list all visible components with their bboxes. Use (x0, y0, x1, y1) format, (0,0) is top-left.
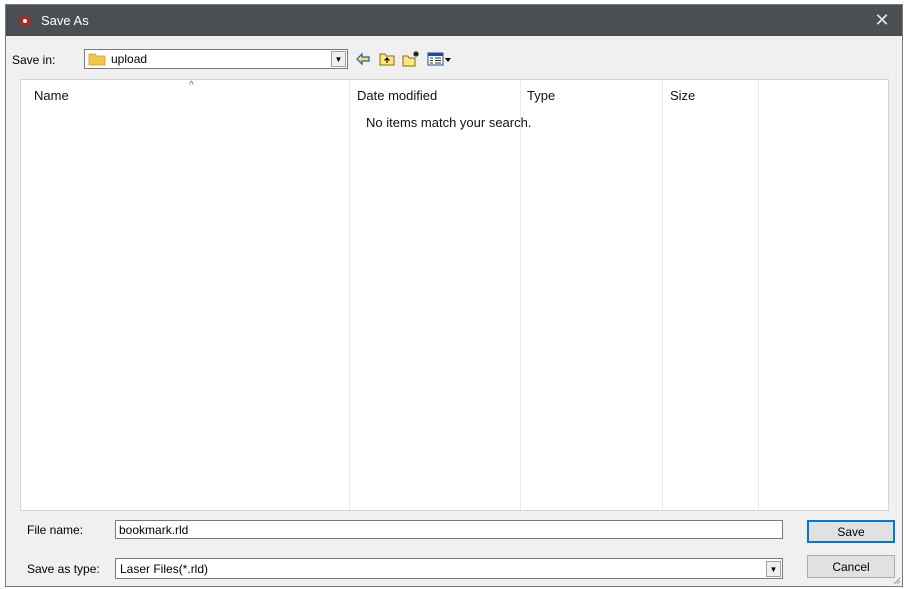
window-title: Save As (41, 13, 89, 28)
back-arrow-icon[interactable] (354, 50, 372, 68)
close-icon: ✕ (874, 10, 890, 30)
column-header-date-modified[interactable]: Date modified (357, 88, 437, 103)
file-name-label: File name: (27, 523, 84, 537)
close-button[interactable]: ✕ (862, 5, 902, 36)
column-header-name[interactable]: Name (34, 88, 69, 103)
column-divider[interactable] (758, 80, 759, 510)
cancel-button[interactable]: Cancel (807, 555, 895, 578)
save-as-dialog: Save As ✕ Save in: upload ▼ ^ Name Date … (5, 4, 903, 587)
column-divider[interactable] (349, 80, 350, 510)
new-folder-icon[interactable] (402, 50, 420, 68)
chevron-down-icon[interactable]: ▼ (331, 51, 346, 67)
save-as-type-dropdown[interactable]: Laser Files(*.rld) ▼ (115, 558, 783, 579)
up-folder-icon[interactable] (378, 50, 396, 68)
file-name-input[interactable] (115, 520, 783, 539)
toolbar: Save in: upload ▼ (6, 36, 902, 84)
resize-grip-icon[interactable] (891, 575, 901, 585)
save-as-type-label: Save as type: (27, 562, 100, 576)
column-divider[interactable] (662, 80, 663, 510)
save-in-label: Save in: (12, 53, 56, 67)
column-header-type[interactable]: Type (527, 88, 555, 103)
save-in-value: upload (111, 52, 148, 66)
save-button[interactable]: Save (807, 520, 895, 543)
column-divider[interactable] (520, 80, 521, 510)
folder-icon (88, 53, 106, 66)
chevron-down-icon[interactable]: ▼ (766, 561, 781, 577)
save-in-dropdown[interactable]: upload ▼ (84, 49, 348, 69)
sort-arrow-icon: ^ (189, 80, 194, 91)
save-as-type-value: Laser Files(*.rld) (120, 562, 209, 576)
file-list[interactable]: ^ Name Date modified Type Size No items … (20, 79, 889, 511)
column-header-size[interactable]: Size (670, 88, 695, 103)
title-bar[interactable]: Save As ✕ (6, 5, 902, 36)
app-star-icon (17, 13, 33, 28)
empty-message: No items match your search. (366, 115, 532, 130)
view-menu-icon[interactable] (427, 50, 453, 68)
